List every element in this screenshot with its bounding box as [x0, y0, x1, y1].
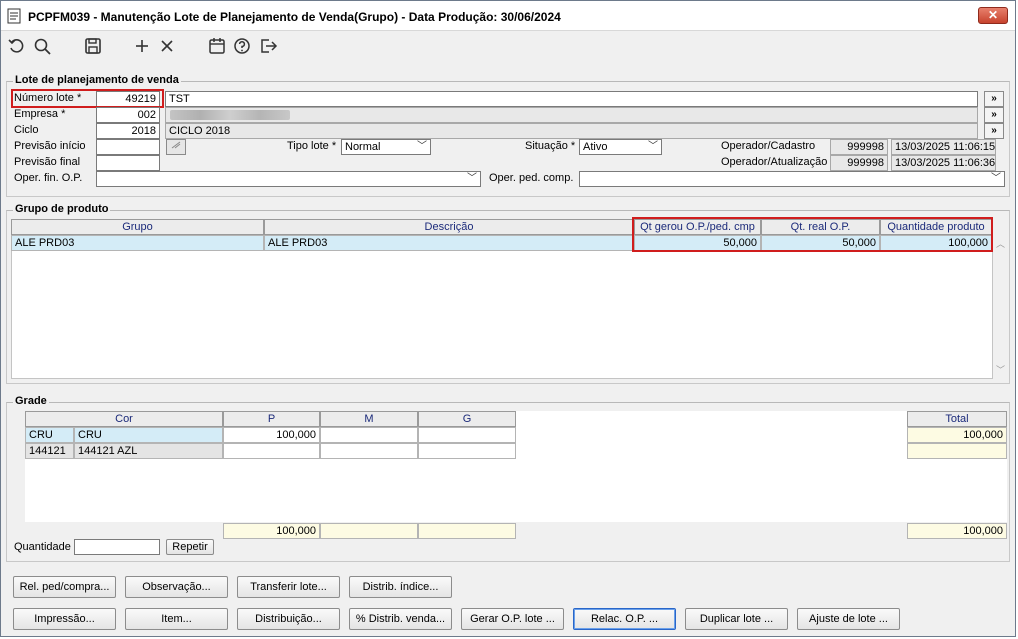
oper-fin-op-label: Oper. fin. O.P. — [14, 172, 83, 184]
gerar-op-lote-button[interactable]: Gerar O.P. lote ... — [461, 608, 564, 630]
col-descricao[interactable]: Descrição — [264, 219, 634, 235]
help-icon[interactable] — [231, 35, 253, 57]
calendar-icon[interactable] — [206, 35, 228, 57]
operador-atualizacao-value: 999998 — [830, 155, 888, 171]
oper-ped-comp-label: Oper. ped. comp. — [489, 172, 574, 184]
grade-sum-total: 100,000 — [907, 523, 1007, 539]
ciclo-label: Ciclo — [14, 124, 39, 136]
numero-lote-desc[interactable]: TST — [165, 91, 978, 107]
situacao-value: Ativo — [583, 141, 608, 153]
more-button-lote[interactable]: » — [984, 91, 1004, 107]
repetir-button[interactable]: Repetir — [166, 539, 214, 555]
grade-row-name[interactable]: 144121 AZL — [74, 443, 223, 459]
chevron-down-icon: ﹀ — [467, 173, 477, 184]
chevron-down-icon: ﹀ — [417, 141, 427, 152]
exit-icon[interactable] — [257, 35, 279, 57]
undo-icon[interactable] — [6, 35, 28, 57]
pct-distrib-venda-button[interactable]: % Distrib. venda... — [349, 608, 452, 630]
more-button-ciclo[interactable]: » — [984, 123, 1004, 139]
scrollbar-vertical[interactable]: ︿ ﹀ — [994, 235, 1008, 379]
previsao-inicio-label: Previsão início — [14, 140, 86, 152]
operador-atualizacao-label: Operador/Atualização — [721, 156, 828, 168]
grade-row-total — [907, 443, 1007, 459]
title-bar: PCPFM039 - Manutenção Lote de Planejamen… — [1, 1, 1015, 31]
operador-cadastro-date: 13/03/2025 11:06:15 — [891, 139, 996, 155]
quantidade-label: Quantidade — [14, 541, 71, 553]
scroll-up-icon[interactable]: ︿ — [996, 237, 1005, 250]
more-button-empresa[interactable]: » — [984, 107, 1004, 123]
oper-fin-op-select[interactable]: ﹀ — [96, 171, 481, 187]
tipo-lote-value: Normal — [345, 141, 381, 153]
oper-ped-comp-select[interactable]: ﹀ — [579, 171, 1005, 187]
distribuicao-button[interactable]: Distribuição... — [237, 608, 340, 630]
date-picker-button[interactable] — [166, 139, 186, 155]
previsao-inicio-input[interactable] — [96, 139, 160, 155]
lote-legend: Lote de planejamento de venda — [13, 74, 181, 86]
operador-cadastro-value: 999998 — [830, 139, 888, 155]
grade-legend: Grade — [13, 395, 49, 407]
situacao-select[interactable]: Ativo ﹀ — [579, 139, 662, 155]
chevron-down-icon: ﹀ — [648, 141, 658, 152]
observacao-button[interactable]: Observação... — [125, 576, 228, 598]
window-title: PCPFM039 - Manutenção Lote de Planejamen… — [28, 10, 561, 24]
search-icon[interactable] — [31, 35, 53, 57]
situacao-label: Situação * — [525, 140, 576, 152]
highlight-numero-lote — [11, 89, 164, 108]
impressao-button[interactable]: Impressão... — [13, 608, 116, 630]
distrib-indice-button[interactable]: Distrib. índice... — [349, 576, 452, 598]
delete-icon[interactable] — [156, 35, 178, 57]
save-icon[interactable] — [82, 35, 104, 57]
grade-row-code[interactable]: 144121 — [25, 443, 74, 459]
grade-row-p[interactable] — [223, 443, 320, 459]
ciclo-desc: CICLO 2018 — [165, 123, 978, 139]
transferir-lote-button[interactable]: Transferir lote... — [237, 576, 340, 598]
item-button[interactable]: Item... — [125, 608, 228, 630]
col-p[interactable]: P — [223, 411, 320, 427]
tipo-lote-label: Tipo lote * — [287, 140, 337, 152]
main-window: PCPFM039 - Manutenção Lote de Planejamen… — [0, 0, 1016, 637]
grade-row-g[interactable] — [418, 427, 516, 443]
empresa-label: Empresa * — [14, 108, 66, 120]
grade-row-m[interactable] — [320, 427, 418, 443]
chevron-down-icon: ﹀ — [991, 173, 1001, 184]
table-row-descricao[interactable]: ALE PRD03 — [264, 235, 634, 251]
duplicar-lote-button[interactable]: Duplicar lote ... — [685, 608, 788, 630]
previsao-final-input[interactable] — [96, 155, 160, 171]
close-button[interactable]: ✕ — [978, 7, 1008, 24]
grade-row-code[interactable]: CRU — [25, 427, 74, 443]
grupo-legend: Grupo de produto — [13, 203, 111, 215]
relac-op-button[interactable]: Relac. O.P. ... — [573, 608, 676, 630]
quantidade-input[interactable] — [74, 539, 160, 555]
grade-sum-m — [320, 523, 418, 539]
redacted-text — [170, 110, 290, 120]
grade-row-p[interactable]: 100,000 — [223, 427, 320, 443]
grade-row-g[interactable] — [418, 443, 516, 459]
col-g[interactable]: G — [418, 411, 516, 427]
grade-sum-p: 100,000 — [223, 523, 320, 539]
col-grupo[interactable]: Grupo — [11, 219, 264, 235]
col-total[interactable]: Total — [907, 411, 1007, 427]
empresa-desc — [165, 107, 978, 123]
rel-ped-compra-button[interactable]: Rel. ped/compra... — [13, 576, 116, 598]
calendar-small-icon — [171, 141, 181, 149]
document-icon — [7, 8, 21, 24]
scroll-down-icon[interactable]: ﹀ — [996, 363, 1005, 376]
grade-sum-g — [418, 523, 516, 539]
ajuste-lote-button[interactable]: Ajuste de lote ... — [797, 608, 900, 630]
operador-atualizacao-date: 13/03/2025 11:06:36 — [891, 155, 996, 171]
add-icon[interactable] — [131, 35, 153, 57]
highlight-quantities — [632, 217, 993, 252]
grade-row-m[interactable] — [320, 443, 418, 459]
ciclo-input[interactable]: 2018 — [96, 123, 160, 139]
toolbar — [1, 32, 1015, 60]
grade-row-total: 100,000 — [907, 427, 1007, 443]
grade-row-name[interactable]: CRU — [74, 427, 223, 443]
empresa-input[interactable]: 002 — [96, 107, 160, 123]
col-cor[interactable]: Cor — [25, 411, 223, 427]
col-m[interactable]: M — [320, 411, 418, 427]
operador-cadastro-label: Operador/Cadastro — [721, 140, 816, 152]
previsao-final-label: Previsão final — [14, 156, 81, 168]
table-row-grupo[interactable]: ALE PRD03 — [11, 235, 264, 251]
tipo-lote-select[interactable]: Normal ﹀ — [341, 139, 431, 155]
